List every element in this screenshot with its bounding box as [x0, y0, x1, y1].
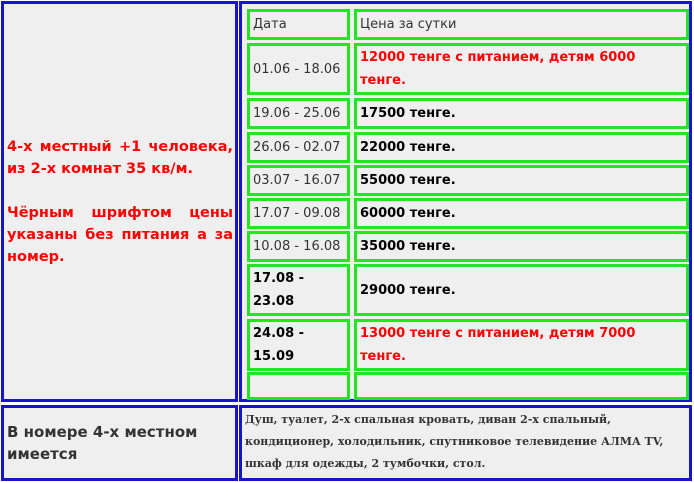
row-4-price: 55000 тенге. — [354, 165, 689, 196]
row-3-price: 22000 тенге. — [354, 132, 689, 163]
room-description-line-2: Чёрным шрифтом цены указаны без питания … — [7, 204, 233, 265]
amenities-label-panel: В номере 4-х местном имеется — [1, 405, 238, 481]
row-6-date: 10.08 - 16.08 — [247, 231, 350, 262]
row-2-date: 19.06 - 25.06 — [247, 98, 350, 129]
row-2-price: 17500 тенге. — [354, 98, 689, 129]
room-description-panel: 4-х местный +1 человека, из 2-х комнат 3… — [1, 1, 238, 402]
row-7-price: 29000 тенге. — [354, 264, 689, 316]
row-5-price: 60000 тенге. — [354, 198, 689, 229]
row-1-price: 12000 тенге с питанием, детям 6000 тенге… — [354, 43, 689, 95]
price-table: Дата Цена за сутки 01.06 - 18.06 12000 т… — [239, 1, 692, 402]
row-4-date: 03.07 - 16.07 — [247, 165, 350, 196]
header-price: Цена за сутки — [354, 9, 689, 40]
row-9-date — [247, 372, 350, 400]
amenities-panel: Душ, туалет, 2-х спальная кровать, диван… — [239, 405, 692, 481]
row-5-date: 17.07 - 09.08 — [247, 198, 350, 229]
row-1-date: 01.06 - 18.06 — [247, 43, 350, 95]
room-description: 4-х местный +1 человека, из 2-х комнат 3… — [4, 136, 235, 268]
header-date: Дата — [247, 9, 350, 40]
room-description-line-1: 4-х местный +1 человека, из 2-х комнат 3… — [7, 138, 233, 177]
row-9-price — [354, 372, 689, 400]
row-8-price: 13000 тенге с питанием, детям 7000 тенге… — [354, 319, 689, 371]
row-6-price: 35000 тенге. — [354, 231, 689, 262]
amenities-label: В номере 4-х местном имеется — [7, 423, 198, 463]
row-8-date: 24.08 - 15.09 — [247, 319, 350, 371]
row-3-date: 26.06 - 02.07 — [247, 132, 350, 163]
row-7-date: 17.08 - 23.08 — [247, 264, 350, 316]
amenities-text: Душ, туалет, 2-х спальная кровать, диван… — [245, 413, 664, 470]
